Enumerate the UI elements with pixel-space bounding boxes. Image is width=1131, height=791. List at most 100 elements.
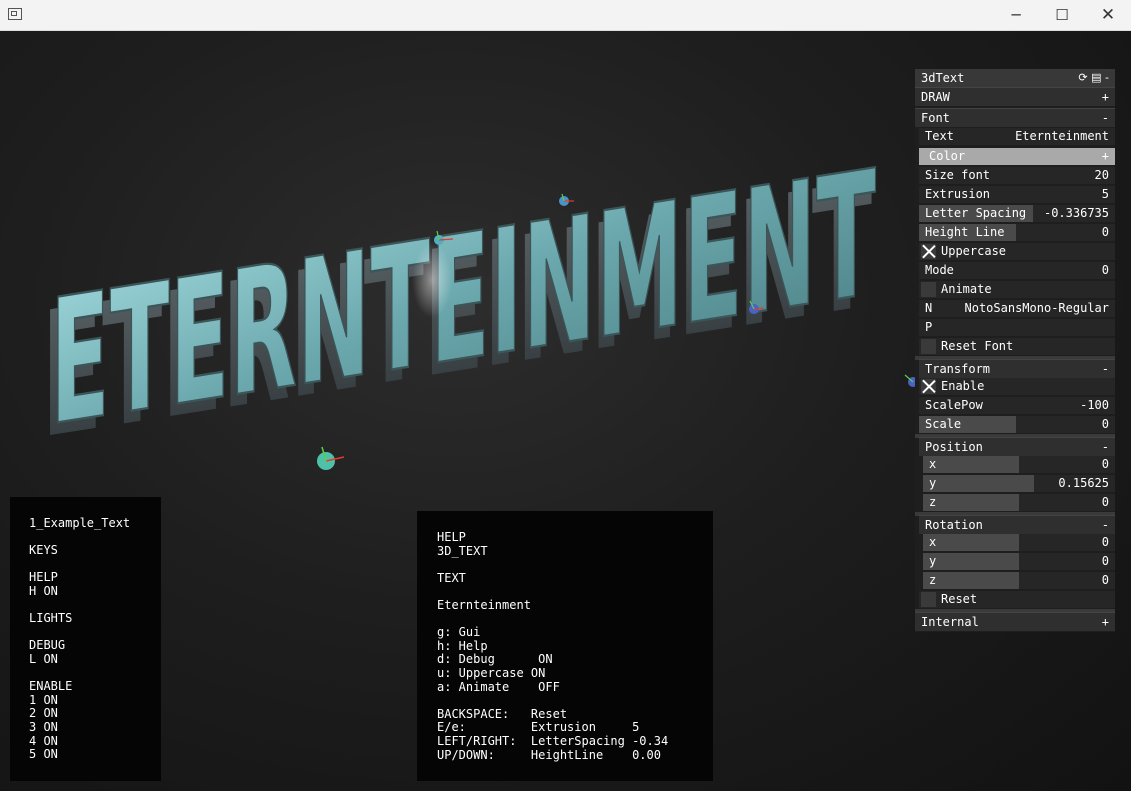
help-line: HELP — [437, 530, 466, 544]
font-collapse-icon[interactable]: - — [1102, 109, 1109, 128]
text-field-value[interactable]: Eternteinment — [1015, 128, 1109, 145]
keys-info-line: LIGHTS — [29, 611, 73, 626]
help-line — [437, 585, 713, 599]
light-gizmo-1[interactable] — [317, 446, 345, 470]
keys-info-line: ENABLE — [29, 679, 73, 694]
height-line-value: 0 — [1101, 225, 1109, 239]
transform-collapse-icon[interactable]: - — [1102, 360, 1109, 379]
rotation-y-slider[interactable]: y 0 — [923, 553, 1115, 570]
transform-enable-checkbox[interactable] — [921, 379, 936, 394]
rotation-section-header[interactable]: Rotation - — [919, 515, 1115, 534]
position-y-value: 0.15625 — [1058, 476, 1109, 490]
keys-info-line — [29, 599, 161, 613]
gui-title-icons[interactable]: ⟳ ▤ - — [1078, 69, 1109, 87]
rotation-z-slider-fill — [923, 572, 1019, 589]
size-font-label: Size font — [925, 168, 991, 182]
reset-font-checkbox[interactable] — [921, 339, 936, 354]
maximize-button[interactable]: ☐ — [1039, 0, 1085, 30]
extrusion-label: Extrusion — [925, 187, 991, 201]
letter-spacing-label: Letter Spacing — [925, 206, 1027, 220]
gui-title-bar[interactable]: 3dText ⟳ ▤ - — [915, 69, 1115, 87]
minimize-button[interactable]: ─ — [993, 0, 1039, 30]
help-line: u: Uppercase ON — [437, 665, 546, 680]
position-x-label: x — [929, 457, 937, 471]
rotation-label: Rotation — [925, 518, 983, 532]
color-subsection-header[interactable]: Color + — [919, 148, 1115, 165]
close-button[interactable]: ✕ — [1085, 0, 1131, 30]
keys-info-line — [29, 558, 161, 572]
rotation-y-value: 0 — [1101, 554, 1109, 568]
keys-info-line: 2 ON — [29, 706, 58, 721]
internal-expand-icon[interactable]: + — [1102, 613, 1109, 632]
extrusion-slider[interactable]: Extrusion 5 — [919, 186, 1115, 203]
position-x-value: 0 — [1101, 457, 1109, 471]
position-y-label: y — [929, 476, 937, 490]
position-x-slider-fill — [923, 456, 1019, 473]
transform-enable-label: Enable — [941, 379, 985, 393]
mode-slider[interactable]: Mode 0 — [919, 262, 1115, 279]
text-field[interactable]: Text Eternteinment — [919, 128, 1115, 145]
help-line: E/e: Extrusion 5 — [437, 720, 640, 735]
font-section-header[interactable]: Font - — [915, 108, 1115, 127]
rotation-x-value: 0 — [1101, 535, 1109, 549]
animate-toggle[interactable]: Animate — [919, 281, 1115, 298]
mode-value: 0 — [1101, 263, 1109, 277]
position-x-slider[interactable]: x 0 — [923, 456, 1115, 473]
font-path-field[interactable]: P — [919, 319, 1115, 336]
transform-section-header[interactable]: Transform - — [919, 359, 1115, 378]
position-y-slider[interactable]: y 0.15625 — [923, 475, 1115, 492]
rotation-z-slider[interactable]: z 0 — [923, 572, 1115, 589]
help-line: Eternteinment — [437, 597, 531, 612]
help-line: TEXT — [437, 570, 466, 585]
reset-font-button[interactable]: Reset Font — [919, 338, 1115, 355]
position-z-slider[interactable]: z 0 — [923, 494, 1115, 511]
help-line: BACKSPACE: Reset — [437, 706, 568, 721]
mode-label: Mode — [925, 263, 954, 277]
help-line — [437, 558, 713, 572]
keys-info-line: 5 ON — [29, 747, 58, 762]
reset-checkbox[interactable] — [921, 592, 936, 607]
uppercase-checkbox[interactable] — [921, 244, 936, 259]
position-section-header[interactable]: Position - — [919, 437, 1115, 456]
draw-expand-icon[interactable]: + — [1102, 88, 1109, 107]
help-line: a: Animate OFF — [437, 679, 560, 694]
scalepow-slider[interactable]: ScalePow -100 — [919, 397, 1115, 414]
rotation-y-slider-fill — [923, 553, 1019, 570]
letter-spacing-slider[interactable]: Letter Spacing -0.336735 — [919, 205, 1115, 222]
rotation-x-slider-fill — [923, 534, 1019, 551]
keys-info-line — [29, 667, 161, 681]
keys-info-line — [29, 531, 161, 545]
transform-enable-toggle[interactable]: Enable — [919, 378, 1115, 395]
app-window-icon — [8, 8, 22, 20]
reset-button[interactable]: Reset — [919, 591, 1115, 608]
height-line-label: Height Line — [925, 225, 1005, 239]
letter-spacing-value: -0.336735 — [1043, 206, 1109, 220]
position-collapse-icon[interactable]: - — [1102, 438, 1109, 457]
rotation-x-label: x — [929, 535, 937, 549]
help-line: d: Debug ON — [437, 652, 553, 667]
help-panel: HELP 3D_TEXT TEXT Eternteinment g: Gui h: Hel… — [417, 511, 713, 781]
color-expand-icon[interactable]: + — [1102, 148, 1109, 165]
size-font-slider[interactable]: Size font 20 — [919, 167, 1115, 184]
font-name-field[interactable]: N NotoSansMono-Regular — [919, 300, 1115, 317]
uppercase-label: Uppercase — [941, 244, 1007, 258]
scale-slider[interactable]: Scale 0 — [919, 416, 1115, 433]
rotation-x-slider[interactable]: x 0 — [923, 534, 1115, 551]
gui-title: 3dText — [921, 71, 965, 85]
scale-value: 0 — [1101, 417, 1109, 431]
height-line-slider[interactable]: Height Line 0 — [919, 224, 1115, 241]
keys-info-line — [29, 626, 161, 640]
internal-section-header[interactable]: Internal + — [915, 612, 1115, 631]
help-line: LEFT/RIGHT: LetterSpacing -0.34 — [437, 733, 669, 748]
rotation-collapse-icon[interactable]: - — [1102, 516, 1109, 535]
draw-section-header[interactable]: DRAW + — [915, 87, 1115, 106]
animate-checkbox[interactable] — [921, 282, 936, 297]
reset-font-label: Reset Font — [941, 339, 1014, 353]
keys-info-line: 4 ON — [29, 733, 58, 748]
text-field-label: Text — [925, 129, 954, 143]
uppercase-toggle[interactable]: Uppercase — [919, 243, 1115, 260]
size-font-value: 20 — [1094, 168, 1109, 182]
color-label: Color — [929, 149, 966, 163]
help-line: h: Help — [437, 638, 488, 653]
keys-info-line: DEBUG — [29, 638, 66, 653]
